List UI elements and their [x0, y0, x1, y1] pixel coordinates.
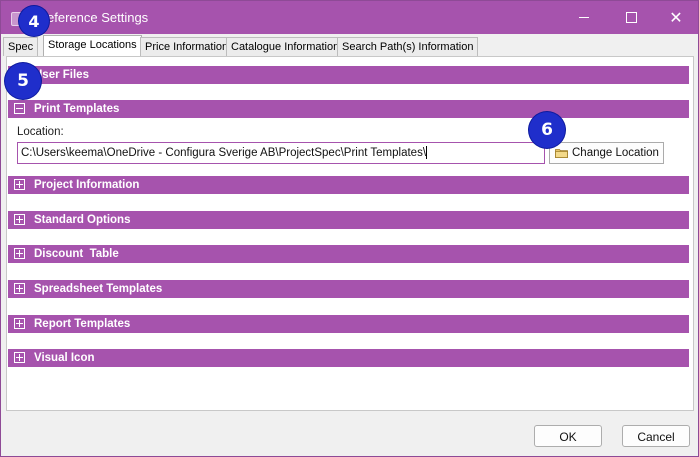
preference-settings-window: Preference Settings ✕ Spec Storage Locat… — [0, 0, 699, 457]
section-user-files[interactable]: User Files — [8, 66, 689, 84]
window-title: Preference Settings — [34, 10, 149, 25]
location-label: Location: — [17, 126, 64, 138]
tab-price-information[interactable]: Price Information — [140, 37, 234, 56]
cancel-button[interactable]: Cancel — [622, 425, 690, 447]
close-button[interactable]: ✕ — [653, 1, 699, 34]
expand-icon[interactable] — [14, 318, 25, 329]
section-label: Report Templates — [34, 318, 131, 330]
title-bar: Preference Settings ✕ — [1, 1, 698, 34]
section-label: Discount Table — [34, 248, 119, 260]
expand-icon[interactable] — [14, 248, 25, 259]
section-spreadsheet-templates[interactable]: Spreadsheet Templates — [8, 280, 689, 298]
tab-catalogue-information[interactable]: Catalogue Information — [226, 37, 345, 56]
section-print-templates[interactable]: Print Templates — [8, 100, 689, 118]
section-project-information[interactable]: Project Information — [8, 176, 689, 194]
tab-search-paths-information[interactable]: Search Path(s) Information — [337, 37, 479, 56]
ok-button[interactable]: OK — [534, 425, 602, 447]
close-icon: ✕ — [669, 7, 683, 27]
section-label: Spreadsheet Templates — [34, 283, 163, 295]
maximize-button[interactable] — [608, 1, 654, 34]
collapse-icon[interactable] — [14, 103, 25, 114]
section-standard-options[interactable]: Standard Options — [8, 211, 689, 229]
location-input[interactable]: C:\Users\keema\OneDrive - Configura Sver… — [17, 142, 545, 164]
section-label: Visual Icon — [34, 352, 95, 364]
folder-icon — [555, 149, 568, 158]
section-label: Print Templates — [34, 103, 120, 115]
section-label: User Files — [34, 69, 89, 81]
change-location-label: Change Location — [572, 147, 659, 159]
minimize-icon — [579, 17, 589, 18]
section-visual-icon[interactable]: Visual Icon — [8, 349, 689, 367]
tab-storage-locations[interactable]: Storage Locations — [43, 35, 142, 57]
callout-badge-5: 5 — [5, 63, 41, 99]
minimize-button[interactable] — [561, 1, 607, 34]
callout-badge-6: 6 — [529, 112, 565, 148]
expand-icon[interactable] — [14, 283, 25, 294]
location-value: C:\Users\keema\OneDrive - Configura Sver… — [21, 147, 427, 159]
section-label: Project Information — [34, 179, 140, 191]
expand-icon[interactable] — [14, 214, 25, 225]
section-report-templates[interactable]: Report Templates — [8, 315, 689, 333]
section-label: Standard Options — [34, 214, 131, 226]
tab-spec[interactable]: Spec — [3, 37, 39, 56]
change-location-button[interactable]: Change Location — [549, 142, 664, 164]
tab-strip: Spec Storage Locations Price Information… — [1, 34, 698, 57]
expand-icon[interactable] — [14, 179, 25, 190]
section-discount-table[interactable]: Discount Table — [8, 245, 689, 263]
maximize-icon — [625, 12, 637, 23]
expand-icon[interactable] — [14, 352, 25, 363]
callout-badge-4: 4 — [19, 6, 49, 36]
